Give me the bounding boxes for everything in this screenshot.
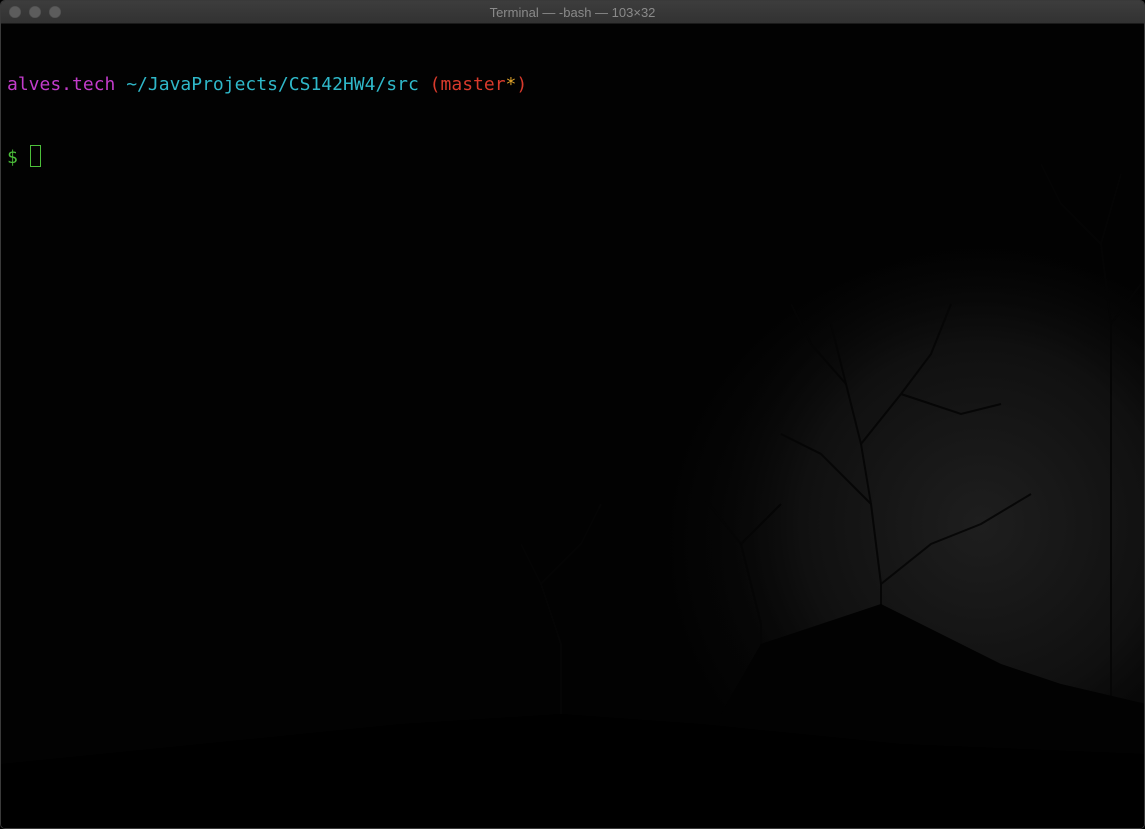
terminal-content-area[interactable]: alves.tech ~/JavaProjects/CS142HW4/src (…: [1, 24, 1144, 828]
input-line[interactable]: $: [7, 145, 527, 169]
prompt-path: ~/JavaProjects/CS142HW4/src: [126, 74, 419, 95]
terminal-window: Terminal — -bash — 103×32 alves.tech ~/J…: [0, 0, 1145, 829]
title-bar[interactable]: Terminal — -bash — 103×32: [1, 1, 1144, 24]
window-title: Terminal — -bash — 103×32: [489, 5, 656, 20]
prompt-line: alves.tech ~/JavaProjects/CS142HW4/src (…: [7, 73, 527, 97]
prompt-user-host: alves.tech: [7, 74, 116, 95]
prompt-branch-open: (: [429, 74, 441, 95]
prompt-dirty-marker: *: [505, 74, 517, 95]
block-cursor: [29, 145, 41, 167]
prompt-branch-close: ): [516, 74, 528, 95]
prompt-symbol: $: [7, 147, 18, 168]
terminal-text[interactable]: alves.tech ~/JavaProjects/CS142HW4/src (…: [7, 25, 527, 217]
prompt-branch-name: master: [440, 74, 506, 95]
